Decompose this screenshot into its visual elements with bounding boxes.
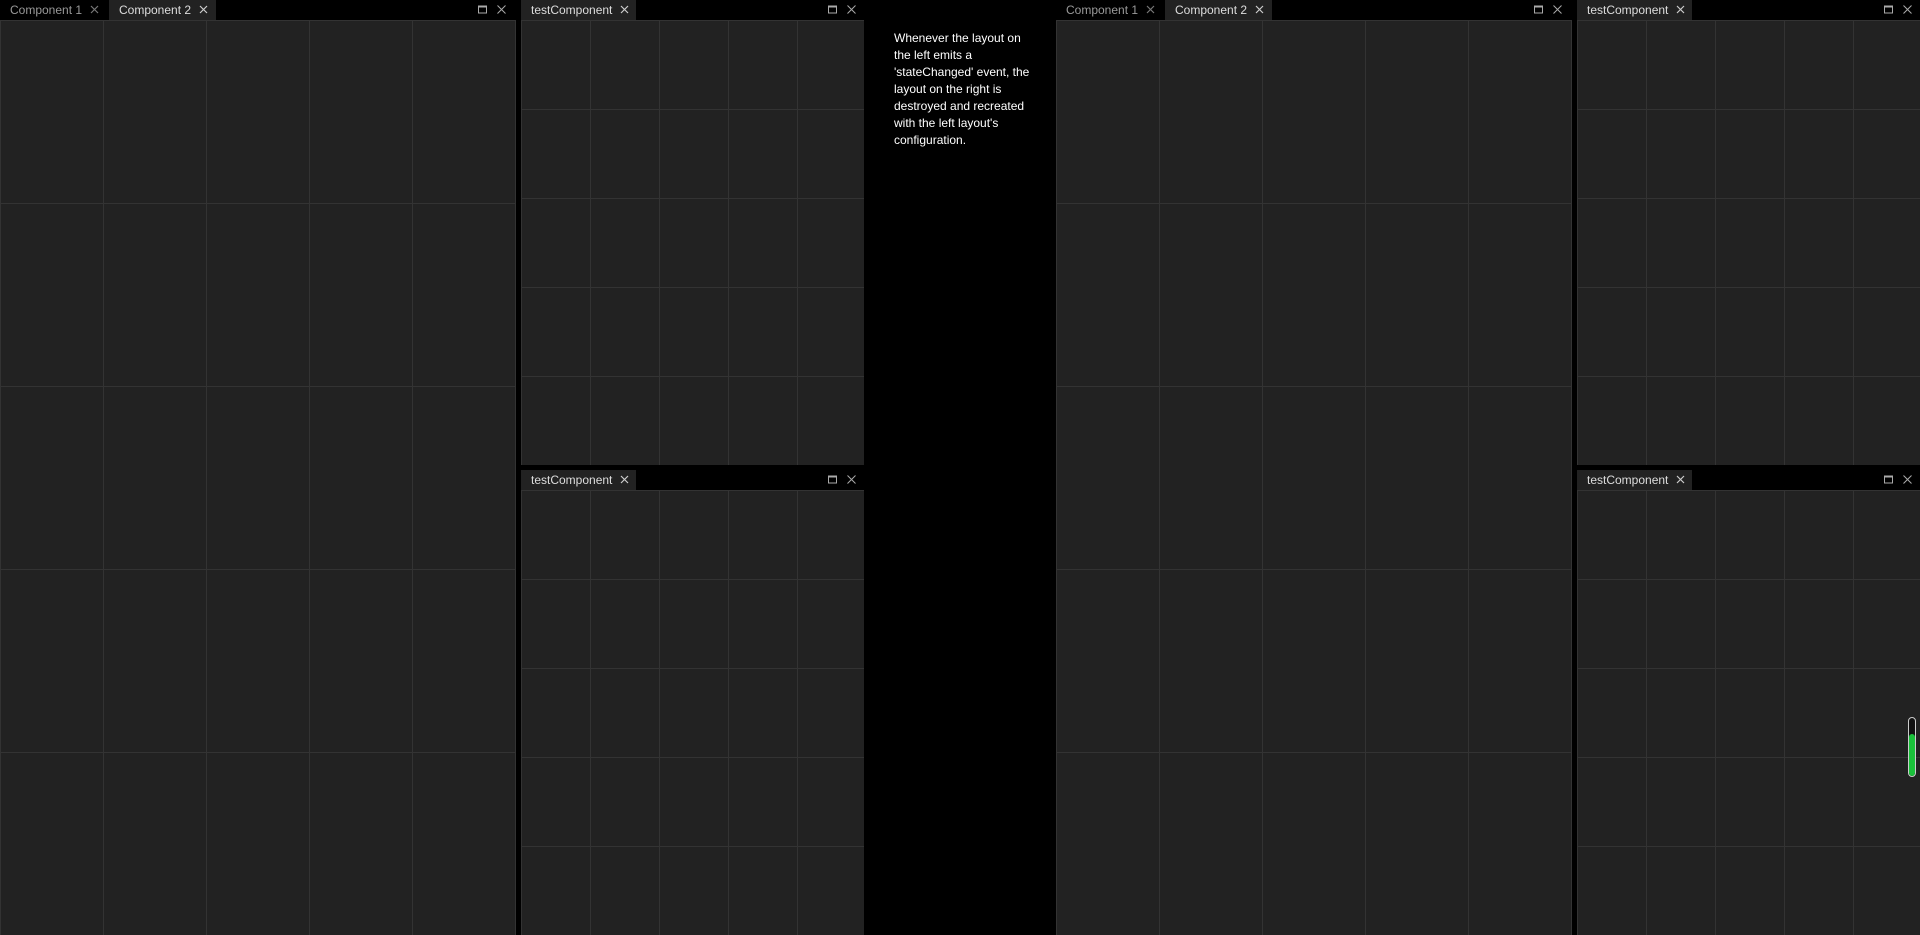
close-icon[interactable]	[618, 0, 632, 20]
close-icon[interactable]	[1144, 0, 1158, 20]
stack-controls	[1530, 0, 1570, 20]
stack-controls	[824, 0, 864, 20]
tab-testcomponent[interactable]: testComponent	[521, 0, 636, 20]
scroll-indicator-fill	[1909, 734, 1915, 776]
stack-controls	[474, 0, 514, 20]
tab-label: Component 1	[10, 3, 83, 17]
component-content	[0, 20, 516, 935]
close-icon[interactable]	[1549, 0, 1567, 20]
maximise-icon[interactable]	[824, 0, 842, 20]
tab-label: testComponent	[1587, 3, 1669, 17]
tab-label: testComponent	[531, 473, 613, 487]
maximise-icon[interactable]	[1530, 0, 1548, 20]
stack-controls	[1880, 0, 1920, 20]
tab-bar: Component 1 Component 2	[0, 0, 516, 20]
tab-bar: testComponent	[1577, 0, 1920, 20]
top-stack: testComponent	[1577, 0, 1920, 465]
maximise-icon[interactable]	[474, 0, 492, 20]
bottom-stack: testComponent	[521, 470, 864, 935]
main-stack: Component 1 Component 2	[1056, 0, 1572, 935]
tab-testcomponent[interactable]: testComponent	[1577, 470, 1692, 490]
component-content	[1056, 20, 1572, 935]
tab-label: testComponent	[531, 3, 613, 17]
main-stack: Component 1 Component 2	[0, 0, 516, 935]
tab-component-1[interactable]: Component 1	[1056, 0, 1164, 20]
component-content	[1577, 20, 1920, 465]
scroll-indicator[interactable]	[1908, 717, 1916, 777]
tab-component-1[interactable]: Component 1	[0, 0, 108, 20]
close-icon[interactable]	[88, 0, 102, 20]
top-stack: testComponent	[521, 0, 864, 465]
tab-bar: Component 1 Component 2	[1056, 0, 1572, 20]
close-icon[interactable]	[1674, 470, 1688, 490]
maximise-icon[interactable]	[824, 470, 842, 490]
maximise-icon[interactable]	[1880, 0, 1898, 20]
tab-label: Component 2	[119, 3, 192, 17]
tab-bar: testComponent	[1577, 470, 1920, 490]
close-icon[interactable]	[1899, 0, 1917, 20]
component-content	[521, 490, 864, 935]
stack-controls	[824, 470, 864, 490]
right-layout: Component 1 Component 2 testComponent te…	[1056, 0, 1920, 935]
tab-bar: testComponent	[521, 470, 864, 490]
tab-testcomponent[interactable]: testComponent	[521, 470, 636, 490]
maximise-icon[interactable]	[1880, 470, 1898, 490]
description-text: Whenever the layout on the left emits a …	[894, 31, 1030, 147]
tab-label: Component 1	[1066, 3, 1139, 17]
close-icon[interactable]	[197, 0, 211, 20]
tab-label: testComponent	[1587, 473, 1669, 487]
tab-component-2[interactable]: Component 2	[109, 0, 216, 20]
tab-label: Component 2	[1175, 3, 1248, 17]
tab-bar: testComponent	[521, 0, 864, 20]
close-icon[interactable]	[1674, 0, 1688, 20]
close-icon[interactable]	[843, 0, 861, 20]
tab-component-2[interactable]: Component 2	[1165, 0, 1272, 20]
bottom-stack: testComponent	[1577, 470, 1920, 935]
close-icon[interactable]	[618, 470, 632, 490]
tab-testcomponent[interactable]: testComponent	[1577, 0, 1692, 20]
close-icon[interactable]	[1253, 0, 1267, 20]
component-content	[1577, 490, 1920, 935]
left-layout: Component 1 Component 2 testComponent te…	[0, 0, 864, 935]
stack-controls	[1880, 470, 1920, 490]
close-icon[interactable]	[1899, 470, 1917, 490]
component-content	[521, 20, 864, 465]
close-icon[interactable]	[493, 0, 511, 20]
close-icon[interactable]	[843, 470, 861, 490]
